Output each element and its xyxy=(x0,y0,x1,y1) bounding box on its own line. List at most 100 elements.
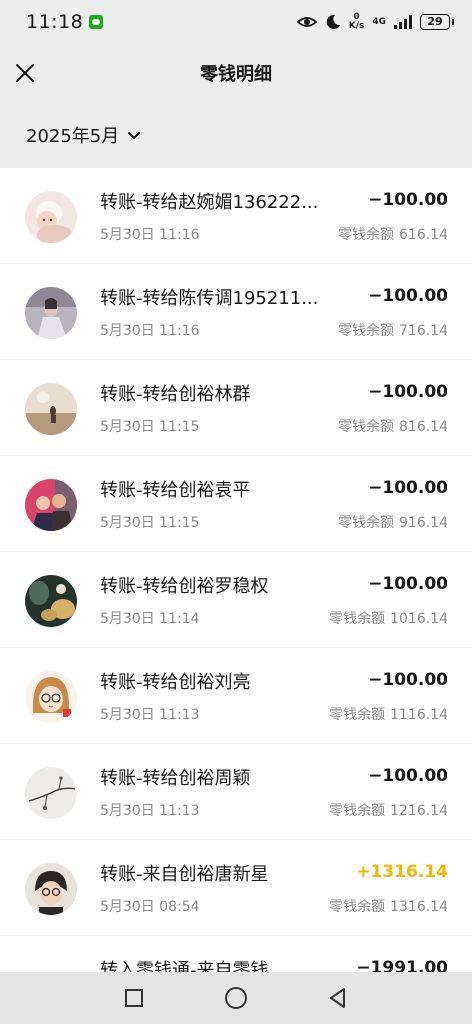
avatar xyxy=(25,479,77,531)
page-title: 零钱明细 xyxy=(200,64,272,85)
transaction-balance: 零钱余额 1016.14 xyxy=(329,608,448,628)
balance-label: 零钱余额 xyxy=(329,803,386,819)
month-label: 2025年5月 xyxy=(26,126,120,147)
transaction-title: 转账-转给陈传调195211... xyxy=(100,288,319,309)
balance-value: 1016.14 xyxy=(390,611,448,627)
transaction-row[interactable]: 转账-转给陈传调195211... −100.00 5月30日 11:16 零钱… xyxy=(0,264,472,360)
square-recents-icon xyxy=(125,989,143,1007)
back-button[interactable] xyxy=(326,986,350,1010)
balance-label: 零钱余额 xyxy=(338,323,394,339)
home-button[interactable] xyxy=(224,986,248,1010)
balance-label: 零钱余额 xyxy=(329,611,386,627)
net-speed: 0 K/s xyxy=(349,13,365,31)
balance-value: 916.14 xyxy=(399,515,448,531)
net-speed-unit: K/s xyxy=(348,21,365,31)
avatar xyxy=(25,287,77,339)
balance-label: 零钱余额 xyxy=(329,707,386,723)
transaction-balance: 零钱余额 1316.14 xyxy=(329,896,448,916)
balance-label: 零钱余额 xyxy=(338,419,394,435)
transaction-title: 转账-转给创裕袁平 xyxy=(100,480,251,501)
baby-photo-avatar-icon xyxy=(25,191,77,243)
transaction-title: 转账-转给创裕周颖 xyxy=(100,768,251,789)
balance-label: 零钱余额 xyxy=(329,899,386,915)
transaction-amount: −1991.00 xyxy=(356,958,448,972)
transaction-time: 5月30日 11:16 xyxy=(100,227,200,243)
circle-home-icon xyxy=(225,987,247,1009)
wechat-notification-icon xyxy=(89,15,104,29)
system-nav-bar xyxy=(0,972,472,1024)
transaction-balance: 零钱余额 1116.14 xyxy=(329,704,448,724)
battery-icon: 29 xyxy=(420,14,454,30)
transaction-row[interactable]: 转账-转给赵婉媚136222... −100.00 5月30日 11:16 零钱… xyxy=(0,168,472,264)
balance-label: 零钱余额 xyxy=(338,227,394,243)
person-photo-avatar-icon xyxy=(25,287,77,339)
balance-value: 1116.14 xyxy=(390,707,448,723)
transaction-title: 转账-转给赵婉媚136222... xyxy=(100,192,319,213)
status-indicators: 0 K/s 4G 29 xyxy=(296,13,454,31)
transaction-row[interactable]: 转账-转给创裕林群 −100.00 5月30日 11:15 零钱余额 816.14 xyxy=(0,360,472,456)
avatar xyxy=(25,767,77,819)
signal-icon xyxy=(394,15,412,29)
transaction-title: 转账-转给创裕刘亮 xyxy=(100,672,251,693)
transaction-time: 5月30日 11:16 xyxy=(100,323,200,339)
transaction-title: 转账-来自创裕唐新星 xyxy=(100,864,269,885)
transaction-title: 转账-转给创裕罗稳权 xyxy=(100,576,269,597)
balance-value: 716.14 xyxy=(399,323,448,339)
network-type: 4G xyxy=(372,16,386,27)
transaction-amount: +1316.14 xyxy=(356,862,448,882)
cartoon-girl-avatar-icon xyxy=(25,671,77,723)
transaction-row[interactable]: 转账-转给创裕袁平 −100.00 5月30日 11:15 零钱余额 916.14 xyxy=(0,456,472,552)
transaction-row[interactable]: 转账-转给创裕罗稳权 −100.00 5月30日 11:14 零钱余额 1016.… xyxy=(0,552,472,648)
balance-value: 1316.14 xyxy=(390,899,448,915)
balance-value: 1216.14 xyxy=(390,803,448,819)
eye-icon xyxy=(296,17,317,27)
transaction-balance: 零钱余额 1216.14 xyxy=(329,800,448,820)
avatar xyxy=(25,191,77,243)
transaction-amount: −100.00 xyxy=(368,286,448,306)
triangle-back-icon xyxy=(330,988,345,1008)
avatar xyxy=(25,863,77,915)
header: 零钱明细 xyxy=(0,44,472,102)
transaction-row[interactable]: 转账-来自创裕唐新星 +1316.14 5月30日 08:54 零钱余额 1316… xyxy=(0,840,472,936)
close-button[interactable] xyxy=(12,60,38,86)
status-time: 11:18 xyxy=(26,11,84,33)
transaction-amount: −100.00 xyxy=(368,478,448,498)
transaction-balance: 零钱余额 916.14 xyxy=(338,512,448,532)
transaction-title: 转入零钱通-来自零钱 xyxy=(100,960,269,972)
transaction-row[interactable]: 转入零钱通-来自零钱 −1991.00 xyxy=(0,936,472,972)
branch-photo-avatar-icon xyxy=(25,767,77,819)
moon-icon xyxy=(326,14,340,29)
transaction-amount: −100.00 xyxy=(368,382,448,402)
month-bar: 2025年5月 xyxy=(0,102,472,168)
close-icon xyxy=(16,64,34,82)
transaction-time: 5月30日 08:54 xyxy=(100,899,200,915)
transaction-row[interactable]: 转账-转给创裕刘亮 −100.00 5月30日 11:13 零钱余额 1116.1… xyxy=(0,648,472,744)
landscape-photo-avatar-icon xyxy=(25,383,77,435)
recents-button[interactable] xyxy=(122,986,146,1010)
transaction-amount: −100.00 xyxy=(368,190,448,210)
balance-value: 816.14 xyxy=(399,419,448,435)
balance-label: 零钱余额 xyxy=(338,515,394,531)
avatar xyxy=(25,671,77,723)
transaction-balance: 零钱余额 616.14 xyxy=(338,224,448,244)
month-selector[interactable]: 2025年5月 xyxy=(26,122,141,148)
transaction-balance: 零钱余额 716.14 xyxy=(338,320,448,340)
transaction-amount: −100.00 xyxy=(368,766,448,786)
transaction-title: 转账-转给创裕林群 xyxy=(100,384,251,405)
art-photo-avatar-icon xyxy=(25,575,77,627)
transaction-row[interactable]: 转账-转给创裕周颖 −100.00 5月30日 11:13 零钱余额 1216.1… xyxy=(0,744,472,840)
transaction-time: 5月30日 11:15 xyxy=(100,515,200,531)
transaction-amount: −100.00 xyxy=(368,670,448,690)
transaction-time: 5月30日 11:15 xyxy=(100,419,200,435)
transaction-time: 5月30日 11:13 xyxy=(100,707,200,723)
avatar xyxy=(25,383,77,435)
avatar xyxy=(25,575,77,627)
child-photo-avatar-icon xyxy=(25,863,77,915)
transaction-amount: −100.00 xyxy=(368,574,448,594)
chevron-down-icon xyxy=(128,132,141,139)
transaction-balance: 零钱余额 816.14 xyxy=(338,416,448,436)
balance-value: 616.14 xyxy=(399,227,448,243)
status-bar: 11:18 0 K/s 4G 29 xyxy=(0,0,472,44)
transaction-time: 5月30日 11:13 xyxy=(100,803,200,819)
transaction-list: 转账-转给赵婉媚136222... −100.00 5月30日 11:16 零钱… xyxy=(0,168,472,972)
